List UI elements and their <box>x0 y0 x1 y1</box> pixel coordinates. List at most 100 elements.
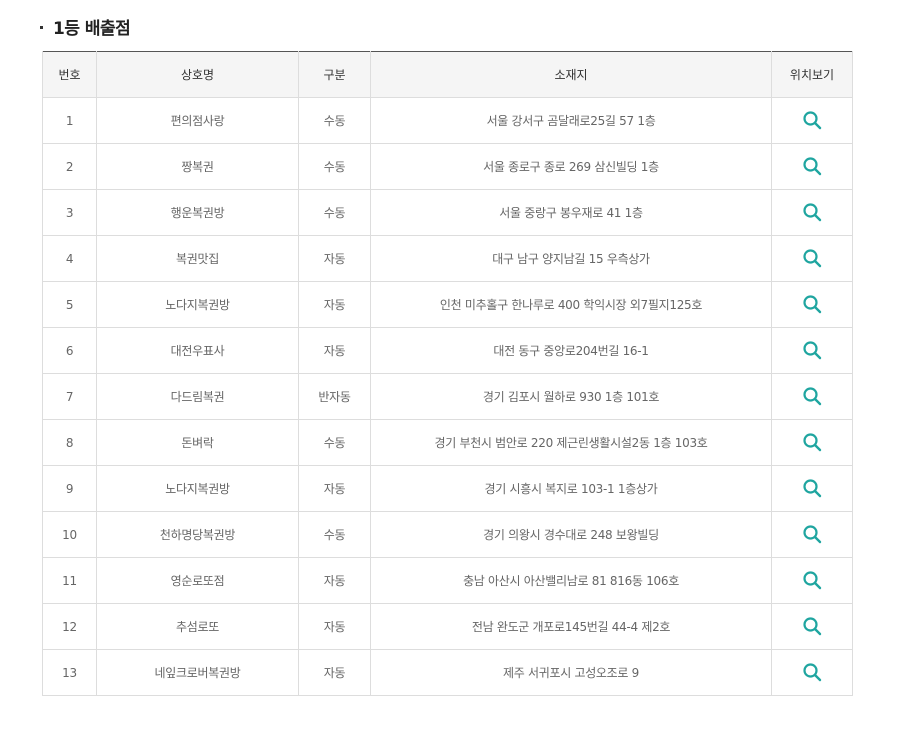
cell-location <box>771 557 853 604</box>
view-location-button[interactable] <box>800 200 824 224</box>
cell-name: 돈벼락 <box>96 419 299 466</box>
cell-type: 수동 <box>298 189 371 236</box>
search-icon <box>803 433 822 452</box>
cell-location <box>771 465 853 512</box>
cell-name: 천하명당복권방 <box>96 511 299 558</box>
search-icon <box>803 111 822 130</box>
cell-location <box>771 235 853 282</box>
table-row: 9 노다지복권방 자동 경기 시흥시 복지로 103-1 1층상가 <box>42 465 853 512</box>
view-location-button[interactable] <box>800 522 824 546</box>
cell-name: 노다지복권방 <box>96 465 299 512</box>
cell-type: 수동 <box>298 97 371 144</box>
cell-name: 복권맛집 <box>96 235 299 282</box>
cell-location <box>771 143 853 190</box>
search-icon <box>803 571 822 590</box>
view-location-button[interactable] <box>800 338 824 362</box>
cell-no: 13 <box>42 649 97 696</box>
search-icon <box>803 249 822 268</box>
cell-name: 네잎크로버복권방 <box>96 649 299 696</box>
cell-no: 11 <box>42 557 97 604</box>
cell-type: 반자동 <box>298 373 371 420</box>
table-body: 1 편의점사랑 수동 서울 강서구 곰달래로25길 57 1층 2 짱복권 수동 서울 종로구… <box>42 97 853 696</box>
search-icon <box>803 295 822 314</box>
cell-location <box>771 281 853 328</box>
cell-location <box>771 97 853 144</box>
cell-type: 자동 <box>298 465 371 512</box>
table-row: 13 네잎크로버복권방 자동 제주 서귀포시 고성오조로 9 <box>42 649 853 696</box>
table-row: 5 노다지복권방 자동 인천 미추홀구 한나루로 400 학익시장 외7필지125호 <box>42 281 853 328</box>
cell-name: 노다지복권방 <box>96 281 299 328</box>
cell-name: 행운복권방 <box>96 189 299 236</box>
view-location-button[interactable] <box>800 614 824 638</box>
page-title: 1등 배출점 <box>53 18 131 39</box>
view-location-button[interactable] <box>800 476 824 500</box>
view-location-button[interactable] <box>800 568 824 592</box>
cell-address: 경기 시흥시 복지로 103-1 1층상가 <box>370 465 772 512</box>
cell-address: 제주 서귀포시 고성오조로 9 <box>370 649 772 696</box>
cell-location <box>771 419 853 466</box>
table-row: 8 돈벼락 수동 경기 부천시 범안로 220 제근린생활시설2동 1층 103호 <box>42 419 853 466</box>
cell-address: 경기 의왕시 경수대로 248 보왕빌딩 <box>370 511 772 558</box>
cell-address: 서울 종로구 종로 269 삼신빌딩 1층 <box>370 143 772 190</box>
view-location-button[interactable] <box>800 660 824 684</box>
view-location-button[interactable] <box>800 246 824 270</box>
cell-no: 10 <box>42 511 97 558</box>
cell-no: 12 <box>42 603 97 650</box>
search-icon <box>803 341 822 360</box>
cell-no: 8 <box>42 419 97 466</box>
section-title: 1등 배출점 <box>40 13 131 39</box>
cell-name: 추섬로또 <box>96 603 299 650</box>
table-row: 6 대전우표사 자동 대전 동구 중앙로204번길 16-1 <box>42 327 853 374</box>
cell-address: 대구 남구 양지남길 15 우측상가 <box>370 235 772 282</box>
view-location-button[interactable] <box>800 154 824 178</box>
cell-location <box>771 603 853 650</box>
cell-no: 1 <box>42 97 97 144</box>
cell-name: 짱복권 <box>96 143 299 190</box>
header-address: 소재지 <box>370 51 772 98</box>
cell-location <box>771 373 853 420</box>
cell-address: 경기 김포시 월하로 930 1층 101호 <box>370 373 772 420</box>
table-row: 1 편의점사랑 수동 서울 강서구 곰달래로25길 57 1층 <box>42 97 853 144</box>
search-icon <box>803 387 822 406</box>
table-header-row: 번호 상호명 구분 소재지 위치보기 <box>42 51 853 98</box>
table-row: 7 다드림복권 반자동 경기 김포시 월하로 930 1층 101호 <box>42 373 853 420</box>
cell-no: 7 <box>42 373 97 420</box>
table-row: 10 천하명당복권방 수동 경기 의왕시 경수대로 248 보왕빌딩 <box>42 511 853 558</box>
title-bullet <box>40 25 43 29</box>
cell-no: 5 <box>42 281 97 328</box>
cell-type: 수동 <box>298 419 371 466</box>
cell-type: 자동 <box>298 235 371 282</box>
table-row: 4 복권맛집 자동 대구 남구 양지남길 15 우측상가 <box>42 235 853 282</box>
table-row: 12 추섬로또 자동 전남 완도군 개포로145번길 44-4 제2호 <box>42 603 853 650</box>
cell-name: 영순로또점 <box>96 557 299 604</box>
cell-no: 9 <box>42 465 97 512</box>
search-icon <box>803 617 822 636</box>
cell-address: 서울 강서구 곰달래로25길 57 1층 <box>370 97 772 144</box>
search-icon <box>803 203 822 222</box>
header-no: 번호 <box>42 51 97 98</box>
cell-type: 자동 <box>298 649 371 696</box>
cell-location <box>771 189 853 236</box>
cell-no: 4 <box>42 235 97 282</box>
cell-type: 수동 <box>298 511 371 558</box>
table-row: 2 짱복권 수동 서울 종로구 종로 269 삼신빌딩 1층 <box>42 143 853 190</box>
cell-location <box>771 649 853 696</box>
cell-name: 편의점사랑 <box>96 97 299 144</box>
search-icon <box>803 525 822 544</box>
search-icon <box>803 479 822 498</box>
cell-location <box>771 327 853 374</box>
cell-name: 다드림복권 <box>96 373 299 420</box>
cell-no: 2 <box>42 143 97 190</box>
cell-address: 대전 동구 중앙로204번길 16-1 <box>370 327 772 374</box>
cell-name: 대전우표사 <box>96 327 299 374</box>
cell-type: 자동 <box>298 281 371 328</box>
view-location-button[interactable] <box>800 430 824 454</box>
view-location-button[interactable] <box>800 384 824 408</box>
winning-stores-table: 번호 상호명 구분 소재지 위치보기 1 편의점사랑 수동 서울 강서구 곰달래로25… <box>42 51 853 696</box>
view-location-button[interactable] <box>800 292 824 316</box>
header-name: 상호명 <box>96 51 299 98</box>
search-icon <box>803 157 822 176</box>
search-icon <box>803 663 822 682</box>
cell-location <box>771 511 853 558</box>
view-location-button[interactable] <box>800 108 824 132</box>
